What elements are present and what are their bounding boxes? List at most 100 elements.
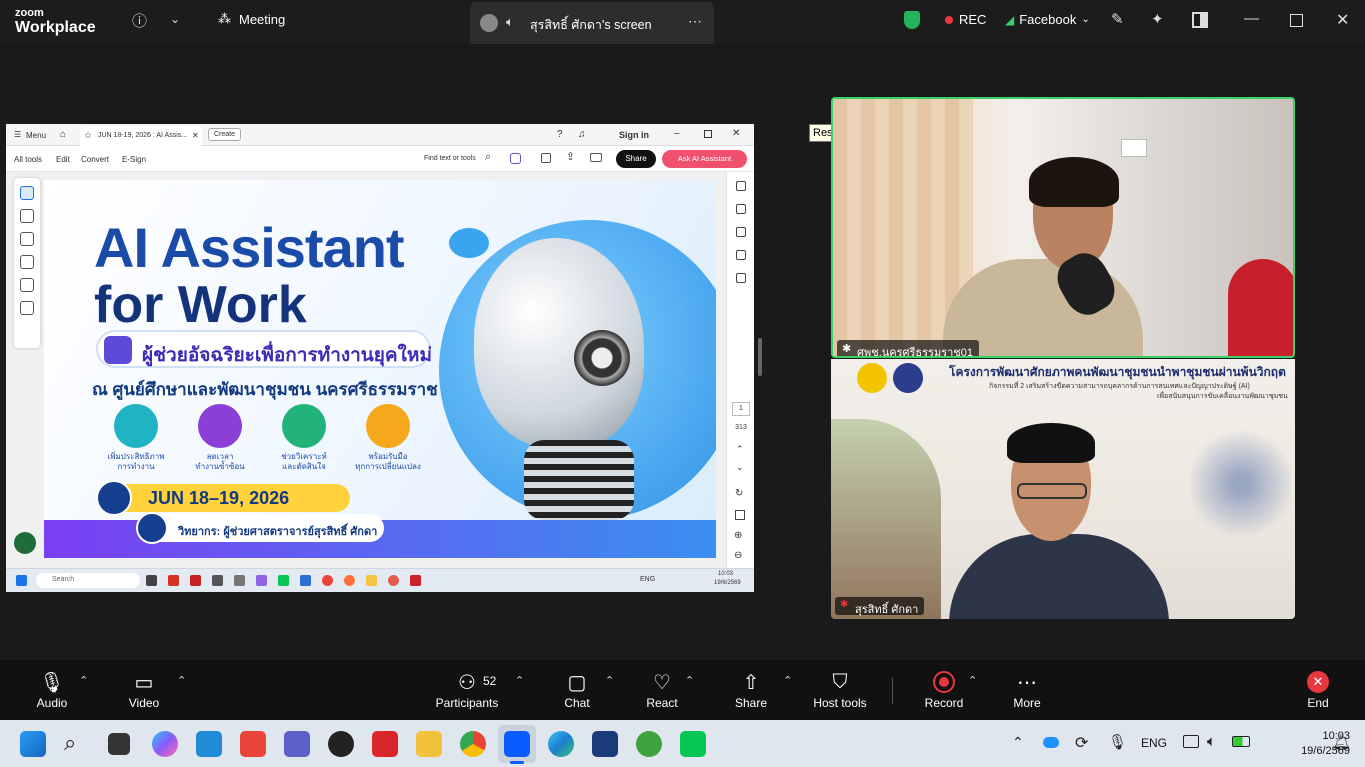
- rotate-icon[interactable]: ↻: [735, 488, 743, 499]
- save-icon[interactable]: [541, 153, 551, 163]
- restore-icon[interactable]: [704, 130, 712, 138]
- home-icon[interactable]: ⌂: [60, 129, 66, 140]
- battery-icon[interactable]: [1232, 736, 1250, 747]
- link-icon[interactable]: [735, 204, 746, 214]
- esign-menu[interactable]: E-Sign: [122, 155, 146, 164]
- teams-icon[interactable]: [284, 731, 310, 757]
- chat-button[interactable]: ▢ Chat: [557, 668, 597, 711]
- pdf-menu[interactable]: Menu: [26, 131, 46, 140]
- create-button[interactable]: Create: [208, 128, 242, 141]
- wps-icon[interactable]: [372, 731, 398, 757]
- restore-icon[interactable]: [1290, 14, 1303, 27]
- info-icon[interactable]: ⓘ: [132, 10, 147, 31]
- search-icon[interactable]: ⌕: [485, 151, 491, 164]
- network-icon[interactable]: [1183, 735, 1199, 748]
- all-tools-menu[interactable]: All tools: [14, 155, 42, 164]
- close-icon[interactable]: ✕: [732, 128, 740, 139]
- language-indicator[interactable]: ENG: [1141, 736, 1167, 750]
- line-icon[interactable]: [680, 731, 706, 757]
- record-button[interactable]: Record: [922, 668, 966, 710]
- lasso-tool-icon[interactable]: [20, 255, 34, 269]
- folder-icon[interactable]: [416, 731, 442, 757]
- webex-icon[interactable]: [592, 731, 618, 757]
- zoom-out-icon[interactable]: ⊖: [734, 550, 742, 561]
- video-tile-1[interactable]: ✱ ศพช.นครศรีธรรมราช01: [831, 97, 1295, 358]
- stamp-tool-icon[interactable]: [20, 301, 34, 315]
- sparkle-icon[interactable]: ✦: [1151, 10, 1164, 28]
- hand-tool-icon[interactable]: [20, 186, 34, 200]
- share-caret-icon[interactable]: ⌃: [783, 674, 792, 687]
- notification-icon[interactable]: 🔔︎: [1332, 733, 1351, 751]
- recording-indicator[interactable]: REC: [945, 12, 986, 27]
- comment-icon[interactable]: [735, 181, 746, 191]
- minimize-icon[interactable]: –: [674, 128, 680, 139]
- pdf-document-area[interactable]: AI Assistant for Work ผู้ช่วยอัจฉริยะเพื…: [6, 172, 754, 568]
- windows-start-icon[interactable]: [20, 731, 46, 757]
- pencil-icon[interactable]: ✎: [1111, 10, 1124, 28]
- meeting-button[interactable]: ⁂ Meeting: [218, 11, 285, 27]
- bell-icon[interactable]: ♫: [578, 129, 586, 140]
- chat-caret-icon[interactable]: ⌃: [605, 674, 614, 687]
- volume-icon[interactable]: 🔈︎: [1207, 733, 1216, 750]
- convert-menu[interactable]: Convert: [81, 155, 109, 164]
- minimize-icon[interactable]: —: [1244, 10, 1259, 27]
- pdf-tab[interactable]: ☆ JUN 18-19, 2026 : AI Assis... ✕: [80, 126, 202, 146]
- react-caret-icon[interactable]: ⌃: [685, 674, 694, 687]
- shared-screen[interactable]: ☰ Menu ⌂ ☆ JUN 18-19, 2026 : AI Assis...…: [6, 124, 754, 592]
- ai-tool-icon[interactable]: [510, 153, 521, 164]
- bookmark-icon[interactable]: [735, 227, 746, 237]
- edit-pen-icon[interactable]: [14, 532, 36, 554]
- video-tile-2[interactable]: โครงการพัฒนาศักยภาพคนพัฒนาชุมชนนำพาชุมชน…: [831, 359, 1295, 619]
- video-button[interactable]: ▭ Video: [122, 668, 166, 711]
- upload-icon[interactable]: ⇪: [566, 150, 575, 163]
- more-button[interactable]: ⋯ More: [1005, 668, 1049, 711]
- zoom-tool-icon[interactable]: [20, 209, 34, 223]
- more-options-icon[interactable]: ⋯: [688, 13, 702, 30]
- facebook-live-button[interactable]: ◢ Facebook ⌄: [1005, 12, 1090, 27]
- chevron-up-icon[interactable]: ⌃: [736, 444, 744, 455]
- splitter-handle[interactable]: [758, 338, 762, 376]
- share-pdf-button[interactable]: Share: [616, 150, 656, 168]
- chevron-down-icon[interactable]: ⌄: [170, 12, 180, 26]
- pen-tool-icon[interactable]: [20, 232, 34, 246]
- pages-icon[interactable]: [735, 250, 746, 260]
- sign-in-button[interactable]: Sign in: [619, 130, 649, 140]
- host-tools-button[interactable]: ⛉ Host tools: [810, 668, 870, 711]
- chrome-icon[interactable]: [460, 731, 486, 757]
- edge-icon[interactable]: [548, 731, 574, 757]
- attachment-icon[interactable]: [735, 273, 746, 283]
- ask-ai-assistant-button[interactable]: Ask AI Assistant: [662, 150, 747, 168]
- utorrent-icon[interactable]: [636, 731, 662, 757]
- find-text-label[interactable]: Find text or tools: [424, 155, 476, 162]
- layout-icon[interactable]: [1192, 12, 1208, 28]
- zoom-in-icon[interactable]: ⊕: [734, 530, 742, 541]
- onedrive-icon[interactable]: [1043, 737, 1059, 748]
- sync-icon[interactable]: ⟳: [1075, 733, 1088, 753]
- microphone-icon[interactable]: 🎙︎: [1108, 733, 1127, 751]
- search-icon[interactable]: ⌕: [64, 730, 76, 756]
- menu-icon[interactable]: ☰: [14, 130, 21, 139]
- copilot-icon[interactable]: [152, 731, 178, 757]
- obs-icon[interactable]: [328, 731, 354, 757]
- anydesk-icon[interactable]: [240, 731, 266, 757]
- fit-page-icon[interactable]: [735, 510, 745, 520]
- close-icon[interactable]: ✕: [1336, 10, 1349, 30]
- help-icon[interactable]: ?: [557, 129, 563, 140]
- chevron-down-icon[interactable]: ⌄: [736, 462, 744, 473]
- print-icon[interactable]: [590, 153, 602, 162]
- edit-menu[interactable]: Edit: [56, 155, 70, 164]
- audio-caret-icon[interactable]: ⌃: [79, 674, 88, 687]
- audio-button[interactable]: 🎙︎ Audio: [30, 668, 74, 711]
- react-button[interactable]: ♡ React: [641, 668, 683, 711]
- task-view-icon[interactable]: [108, 733, 130, 755]
- shield-icon[interactable]: [904, 11, 920, 29]
- zoom-app-icon[interactable]: [504, 731, 530, 757]
- participants-caret-icon[interactable]: ⌃: [515, 674, 524, 687]
- chevron-up-icon[interactable]: ⌃: [1012, 734, 1024, 751]
- record-caret-icon[interactable]: ⌃: [968, 674, 977, 687]
- store-icon[interactable]: [196, 731, 222, 757]
- video-caret-icon[interactable]: ⌃: [177, 674, 186, 687]
- text-tool-icon[interactable]: [20, 278, 34, 292]
- page-number-input[interactable]: 1: [732, 402, 750, 416]
- share-button[interactable]: ⇧ Share: [731, 668, 771, 711]
